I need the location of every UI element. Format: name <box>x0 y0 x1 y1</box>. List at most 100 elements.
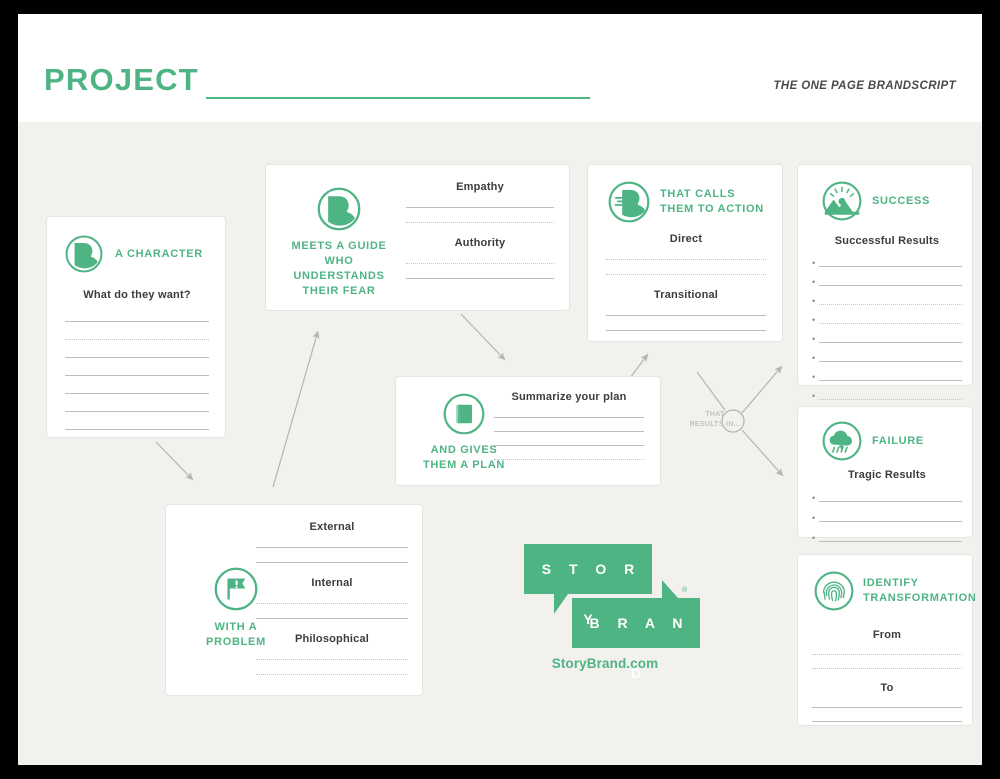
arrow-cta-to-junction <box>696 371 726 411</box>
write-line[interactable] <box>812 721 962 722</box>
bullet-line[interactable]: • <box>812 391 962 401</box>
bullet-line[interactable]: • <box>812 372 962 382</box>
card-guide[interactable]: MEETS A GUIDE WHO UNDERSTANDS THEIR FEAR… <box>265 164 570 311</box>
logo-bubble-brand: B R A N D <box>572 598 700 681</box>
write-line[interactable] <box>406 222 554 223</box>
write-line[interactable] <box>406 263 554 264</box>
bullet-line[interactable]: • <box>812 277 962 287</box>
bullet-line[interactable]: • <box>812 514 962 523</box>
storybrand-url[interactable]: StoryBrand.com <box>510 656 700 671</box>
write-line[interactable] <box>812 707 962 708</box>
bullet-line[interactable]: • <box>812 494 962 503</box>
write-line[interactable] <box>606 330 766 331</box>
write-line[interactable] <box>406 278 554 279</box>
write-line[interactable] <box>819 285 962 286</box>
storybrand-logo: S T O R Y B R A N D ® StoryBrand.com <box>510 530 700 681</box>
bullet-line[interactable]: • <box>812 534 962 543</box>
write-line[interactable] <box>819 501 962 502</box>
flag-exclamation-icon <box>214 567 258 611</box>
bullet-dot: • <box>812 391 816 401</box>
bullet-line[interactable]: • <box>812 353 962 363</box>
card-character-lines[interactable] <box>65 321 209 447</box>
write-line[interactable] <box>494 459 644 460</box>
card-success[interactable]: SUCCESS Successful Results • • • • • • •… <box>797 164 973 401</box>
card-transformation-title: IDENTIFY TRANSFORMATION <box>863 576 976 606</box>
field-label-tragic-results: Tragic Results <box>848 469 926 481</box>
bullet-dot: • <box>812 372 816 382</box>
write-line[interactable] <box>65 357 209 358</box>
write-line[interactable] <box>256 659 408 660</box>
card-failure-fields[interactable]: Tragic Results • • • <box>812 469 962 554</box>
write-line[interactable] <box>256 562 408 563</box>
head-profile-icon <box>65 235 103 273</box>
bullet-line[interactable]: • <box>812 316 962 325</box>
write-line[interactable] <box>819 380 962 381</box>
write-line[interactable] <box>256 618 408 619</box>
write-line[interactable] <box>65 429 209 430</box>
field-label-successful-results: Successful Results <box>834 235 940 247</box>
card-call-to-action-header: THAT CALLS THEM TO ACTION <box>608 181 764 223</box>
write-line[interactable] <box>494 417 644 418</box>
card-plan-fields[interactable]: Summarize your plan <box>494 391 644 473</box>
write-line[interactable] <box>819 399 962 400</box>
bullet-dot: • <box>812 258 816 268</box>
write-line[interactable] <box>819 521 962 522</box>
junction-label: THAT RESULTS IN... <box>684 410 746 430</box>
card-transformation[interactable]: IDENTIFY TRANSFORMATION From To <box>797 554 976 726</box>
write-line[interactable] <box>819 342 962 343</box>
logo-bubble-story: S T O R Y <box>524 544 652 627</box>
speaking-head-icon <box>608 181 650 223</box>
bullet-line[interactable]: • <box>812 258 962 268</box>
logo-word-brand: B R A N D <box>589 615 690 681</box>
write-line[interactable] <box>256 547 408 548</box>
write-line[interactable] <box>65 375 209 376</box>
write-line[interactable] <box>819 304 962 305</box>
field-label-external: External <box>309 521 355 533</box>
card-call-to-action-fields[interactable]: Direct Transitional <box>606 233 766 345</box>
rain-cloud-icon <box>822 421 862 461</box>
card-guide-fields[interactable]: Empathy Authority <box>406 181 554 293</box>
field-label-to: To <box>880 682 894 694</box>
write-line[interactable] <box>819 323 962 324</box>
write-line[interactable] <box>494 445 644 446</box>
card-failure[interactable]: FAILURE Tragic Results • • • <box>797 406 973 543</box>
write-line[interactable] <box>819 266 962 267</box>
write-line[interactable] <box>606 315 766 316</box>
bullet-line[interactable]: • <box>812 297 962 306</box>
write-line[interactable] <box>819 541 962 542</box>
bullet-dot: • <box>812 353 816 363</box>
field-label-summarize-plan: Summarize your plan <box>511 391 627 403</box>
card-guide-header: MEETS A GUIDE WHO UNDERSTANDS THEIR FEAR <box>284 187 394 299</box>
card-guide-title-line-2: WHO UNDERSTANDS <box>293 255 385 282</box>
card-failure-title: FAILURE <box>872 434 924 447</box>
card-failure-header: FAILURE <box>822 421 924 461</box>
arrow-guide-to-plan <box>460 313 506 361</box>
write-line[interactable] <box>606 259 766 260</box>
write-line[interactable] <box>606 274 766 275</box>
write-line[interactable] <box>65 393 209 394</box>
card-success-fields[interactable]: Successful Results • • • • • • • • <box>812 235 962 411</box>
write-line[interactable] <box>65 339 209 340</box>
write-line[interactable] <box>819 361 962 362</box>
write-line[interactable] <box>494 431 644 432</box>
write-line[interactable] <box>65 411 209 412</box>
card-plan[interactable]: AND GIVES THEM A PLAN Summarize your pla… <box>395 376 661 486</box>
card-call-to-action[interactable]: THAT CALLS THEM TO ACTION Direct Transit… <box>587 164 783 342</box>
field-label-from: From <box>872 629 902 641</box>
write-line[interactable] <box>812 654 962 655</box>
card-problem[interactable]: WITH A PROBLEM External Internal Philoso… <box>165 504 423 696</box>
write-line[interactable] <box>256 603 408 604</box>
project-name-blank-line[interactable] <box>206 97 590 99</box>
write-line[interactable] <box>256 674 408 675</box>
write-line[interactable] <box>65 321 209 322</box>
card-problem-fields[interactable]: External Internal Philosophical <box>256 521 408 689</box>
bullet-dot: • <box>812 277 816 287</box>
arrow-junction-to-failure <box>741 429 784 477</box>
field-label-philosophical: Philosophical <box>294 633 370 645</box>
card-character[interactable]: A CHARACTER What do they want? <box>46 216 226 438</box>
card-transformation-fields[interactable]: From To <box>812 629 962 735</box>
write-line[interactable] <box>406 207 554 208</box>
write-line[interactable] <box>812 668 962 669</box>
bullet-line[interactable]: • <box>812 335 962 344</box>
head-profile-icon <box>317 187 361 231</box>
